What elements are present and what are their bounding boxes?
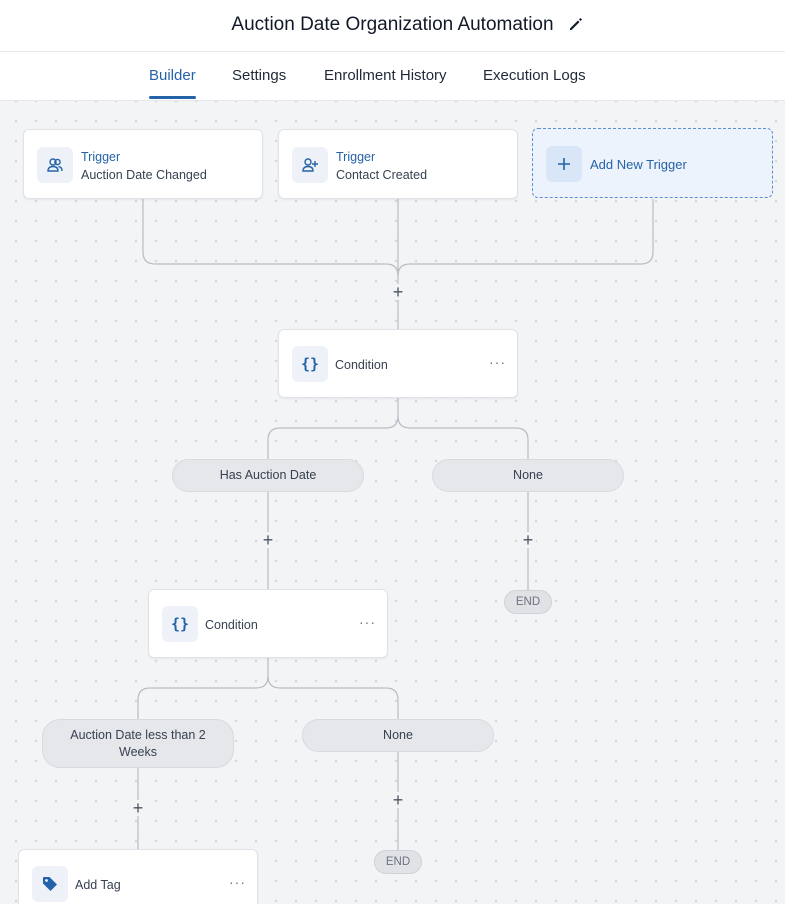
- trigger-subtitle: Contact Created: [336, 168, 428, 182]
- add-step-button[interactable]: +: [520, 531, 536, 549]
- trigger-title: Trigger: [81, 150, 121, 164]
- tag-icon: [32, 866, 68, 902]
- tab-execution-logs[interactable]: Execution Logs: [483, 67, 586, 84]
- condition-card[interactable]: {} Condition ···: [148, 589, 388, 658]
- trigger-card-contact-created[interactable]: Trigger Contact Created: [278, 129, 518, 199]
- add-new-trigger-label: Add New Trigger: [590, 157, 687, 172]
- trigger-subtitle: Auction Date Changed: [81, 168, 207, 182]
- tab-enrollment-history[interactable]: Enrollment History: [324, 67, 447, 84]
- add-step-button[interactable]: +: [390, 791, 406, 809]
- users-icon: [37, 147, 73, 183]
- condition-card[interactable]: {} Condition ···: [278, 329, 518, 398]
- branch-has-auction-date[interactable]: Has Auction Date: [172, 459, 364, 492]
- action-label: Add Tag: [75, 878, 121, 892]
- user-plus-icon: [292, 147, 328, 183]
- branch-none[interactable]: None: [302, 719, 494, 752]
- more-options-icon[interactable]: ···: [229, 874, 246, 890]
- trigger-title: Trigger: [336, 150, 376, 164]
- automation-title[interactable]: Auction Date Organization Automation: [231, 14, 553, 36]
- plus-icon: [546, 146, 582, 182]
- more-options-icon[interactable]: ···: [489, 354, 506, 370]
- tab-bar: Builder Settings Enrollment History Exec…: [0, 52, 785, 101]
- braces-icon: {}: [162, 606, 198, 642]
- add-new-trigger-button[interactable]: Add New Trigger: [532, 128, 773, 198]
- pencil-icon[interactable]: [568, 16, 584, 32]
- branch-none[interactable]: None: [432, 459, 624, 492]
- condition-label: Condition: [335, 358, 388, 372]
- end-node: END: [374, 850, 422, 874]
- tab-settings[interactable]: Settings: [232, 67, 286, 84]
- add-step-button[interactable]: +: [390, 283, 406, 301]
- condition-label: Condition: [205, 618, 258, 632]
- tab-builder[interactable]: Builder: [149, 67, 196, 84]
- active-tab-indicator: [149, 96, 196, 99]
- workflow-canvas[interactable]: [0, 101, 785, 904]
- add-tag-action-card[interactable]: Add Tag ···: [18, 849, 258, 904]
- add-step-button[interactable]: +: [130, 799, 146, 817]
- braces-icon: {}: [292, 346, 328, 382]
- page-header: Auction Date Organization Automation: [0, 0, 785, 52]
- add-step-button[interactable]: +: [260, 531, 276, 549]
- end-node: END: [504, 590, 552, 614]
- branch-auction-date-less-than-2-weeks[interactable]: Auction Date less than 2 Weeks: [42, 719, 234, 768]
- more-options-icon[interactable]: ···: [359, 614, 376, 630]
- page-title: Auction Date Organization Automation: [0, 14, 785, 36]
- trigger-card-auction-date-changed[interactable]: Trigger Auction Date Changed: [23, 129, 263, 199]
